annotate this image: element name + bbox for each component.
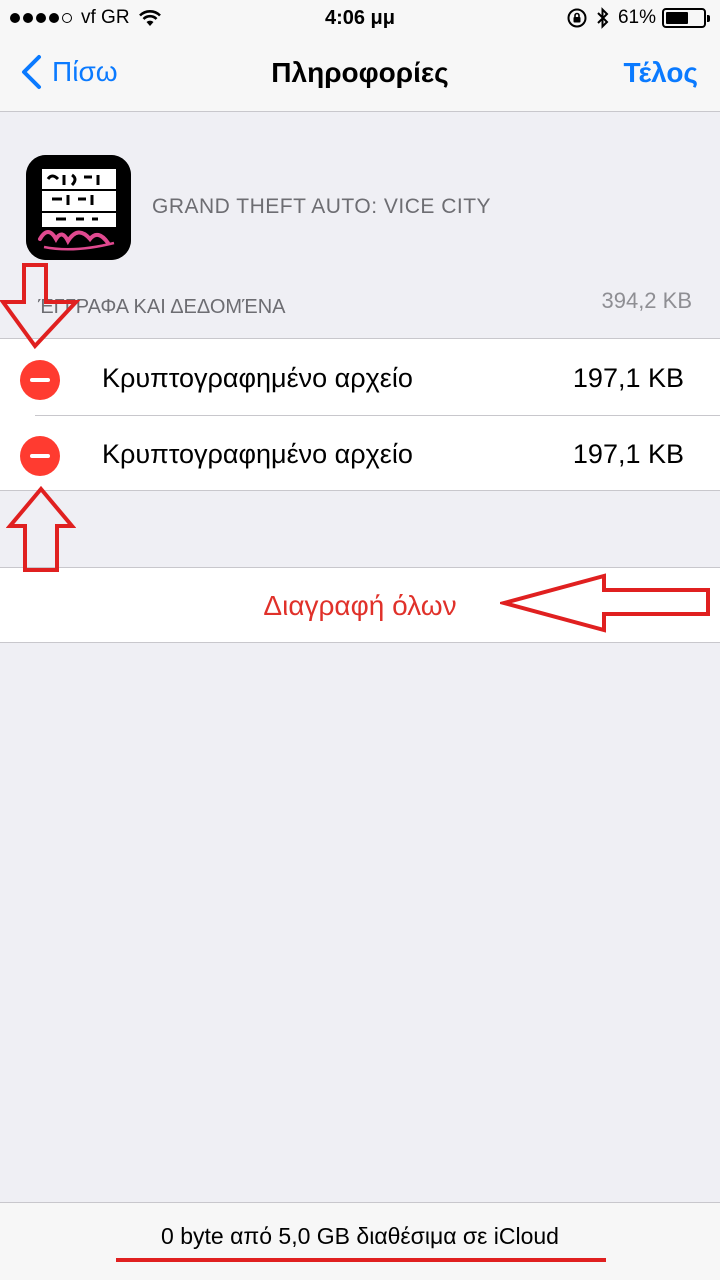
minus-icon <box>30 378 50 382</box>
gta-vice-city-logo <box>26 155 131 260</box>
icloud-storage-footer: 0 byte από 5,0 GB διαθέσιμα σε iCloud <box>0 1202 720 1280</box>
annotation-arrow-up-icon <box>6 486 76 572</box>
file-list: Κρυπτογραφημένο αρχείο 197,1 KB Κρυπτογρ… <box>0 338 720 491</box>
done-button[interactable]: Τέλος <box>623 57 698 89</box>
battery-icon <box>662 8 710 28</box>
delete-minus-button[interactable] <box>20 360 60 400</box>
app-name: GRAND THEFT AUTO: VICE CITY <box>152 195 492 218</box>
icloud-storage-text: 0 byte από 5,0 GB διαθέσιμα σε iCloud <box>161 1223 559 1249</box>
file-size: 197,1 KB <box>572 363 684 393</box>
bluetooth-icon <box>597 7 609 29</box>
status-right: 61% <box>566 7 710 29</box>
annotation-arrow-down-icon <box>0 263 80 350</box>
delete-minus-button[interactable] <box>20 436 60 476</box>
app-icon <box>26 155 131 260</box>
list-item: Κρυπτογραφημένο αρχείο 197,1 KB <box>0 415 720 491</box>
annotation-underline <box>116 1258 606 1262</box>
file-label: Κρυπτογραφημένο αρχείο <box>102 439 413 469</box>
status-bar: vf GR 4:06 μμ 61% <box>0 0 720 40</box>
orientation-lock-icon <box>567 8 587 28</box>
page-title: Πληροφορίες <box>271 57 449 88</box>
file-label: Κρυπτογραφημένο αρχείο <box>102 363 413 393</box>
list-item: Κρυπτογραφημένο αρχείο 197,1 KB <box>0 339 720 415</box>
section-size: 394,2 KB <box>601 288 692 313</box>
navigation-bar: Πίσω Πληροφορίες Τέλος <box>0 40 720 112</box>
battery-percent: 61% <box>617 7 656 28</box>
minus-icon <box>30 454 50 458</box>
file-size: 197,1 KB <box>572 439 684 469</box>
annotation-arrow-left-icon <box>500 573 710 633</box>
